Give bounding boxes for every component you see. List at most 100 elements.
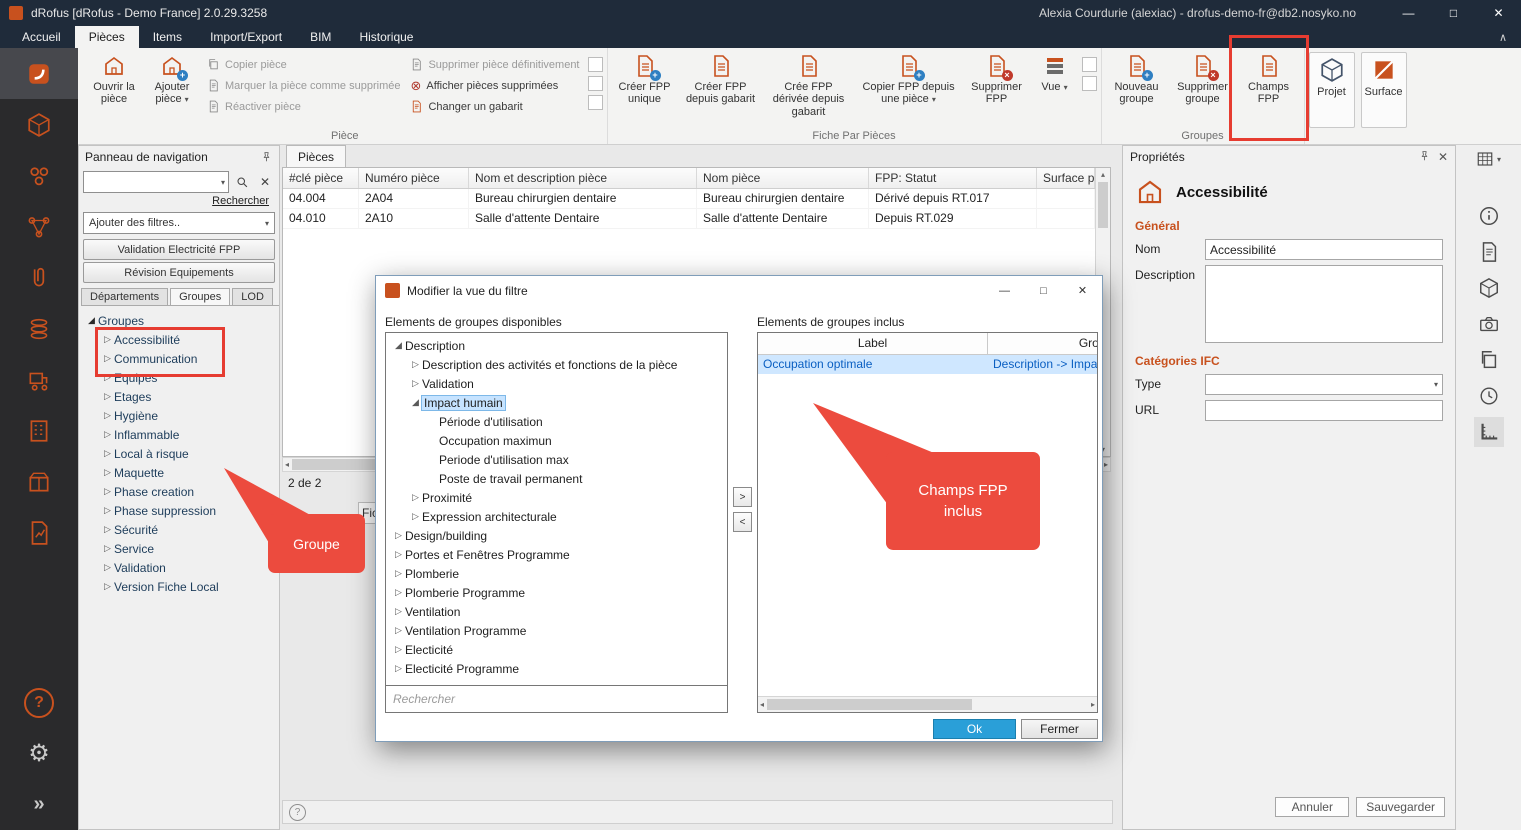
tree-item[interactable]: ▷Etages <box>79 387 279 406</box>
tree-item[interactable]: ▷Ventilation <box>386 602 727 621</box>
scroll-up-icon[interactable]: ▴ <box>1096 170 1110 179</box>
sidebar-item-items[interactable] <box>0 150 78 201</box>
search-button[interactable] <box>232 172 252 192</box>
tree-item[interactable]: Periode d'utilisation max <box>386 450 727 469</box>
menu-tab-import-export[interactable]: Import/Export <box>196 26 296 48</box>
cancel-button[interactable]: Annuler <box>1275 797 1349 817</box>
tree-item[interactable]: ▷Hygiène <box>79 406 279 425</box>
filter-button-validation-electricite[interactable]: Validation Electricité FPP <box>83 239 275 260</box>
column-header-label[interactable]: Label <box>758 333 988 354</box>
mark-room-deleted-button[interactable]: Marquer la pièce comme supprimée <box>203 76 404 95</box>
menu-tab-accueil[interactable]: Accueil <box>8 26 75 48</box>
pin-icon[interactable] <box>1418 150 1431 163</box>
minimize-button[interactable]: — <box>1386 0 1431 26</box>
column-header[interactable]: FPP: Statut <box>869 168 1037 188</box>
delete-group-button[interactable]: Supprimer groupe <box>1170 50 1236 128</box>
tab-pieces-document[interactable]: Pièces <box>286 145 346 167</box>
dialog-search-input[interactable]: Rechercher <box>386 685 727 712</box>
tree-item[interactable]: ▷Electicité <box>386 640 727 659</box>
layout-picker-button[interactable]: ▾ <box>1467 149 1511 169</box>
change-template-button[interactable]: Changer un gabarit <box>406 97 583 116</box>
tree-item[interactable]: ▷Description des activités et fonctions … <box>386 355 727 374</box>
tree-item-description[interactable]: ◢Description <box>386 336 727 355</box>
tree-item-accessibilite[interactable]: ▷ Accessibilité <box>79 330 279 349</box>
horizontal-scrollbar[interactable]: ◂ ▸ <box>758 696 1097 712</box>
menu-tab-items[interactable]: Items <box>139 26 196 48</box>
table-row[interactable]: 04.010 2A10 Salle d'attente Dentaire Sal… <box>283 209 1095 229</box>
sidebar-item-logistics[interactable] <box>0 354 78 405</box>
tree-item[interactable]: ▷Plomberie Programme <box>386 583 727 602</box>
create-fpp-derived-button[interactable]: Crée FPP dérivée depuis gabarit <box>764 50 854 128</box>
champs-fpp-button[interactable]: Champs FPP <box>1238 50 1300 128</box>
maximize-button[interactable]: □ <box>1431 0 1476 26</box>
delete-room-permanently-button[interactable]: Supprimer pièce définitivement <box>406 55 583 74</box>
info-icon[interactable] <box>1478 205 1500 227</box>
scroll-right-icon[interactable]: ▸ <box>1091 700 1095 709</box>
tree-item[interactable]: ▷Local à risque <box>79 444 279 463</box>
tree-item[interactable]: ▷Service <box>79 539 279 558</box>
measure-ruler-icon[interactable] <box>1478 421 1500 443</box>
sidebar-item-models[interactable] <box>0 99 78 150</box>
cube-icon[interactable] <box>1478 277 1500 299</box>
move-left-button[interactable]: < <box>733 512 752 532</box>
tree-item[interactable]: Poste de travail permanent <box>386 469 727 488</box>
project-button[interactable]: Projet <box>1309 52 1355 128</box>
tree-item[interactable]: Occupation maximun <box>386 431 727 450</box>
move-right-button[interactable]: > <box>733 487 752 507</box>
included-row-selected[interactable]: Occupation optimale Description -> Impa <box>758 355 1097 374</box>
tab-lod[interactable]: LOD <box>232 288 273 305</box>
sidebar-settings[interactable]: ⚙ <box>0 739 78 768</box>
small-tool-icon[interactable] <box>588 76 603 91</box>
scrollbar-thumb[interactable] <box>767 699 972 710</box>
small-tool-icon[interactable] <box>1082 76 1097 91</box>
tree-item[interactable]: ▷Electicité Programme <box>386 659 727 678</box>
column-header[interactable]: Numéro pièce <box>359 168 469 188</box>
files-icon[interactable] <box>1478 349 1500 371</box>
sidebar-item-documents[interactable] <box>0 252 78 303</box>
clear-search-button[interactable]: ✕ <box>255 172 275 192</box>
column-header[interactable]: Surface pro <box>1037 168 1095 188</box>
close-button[interactable]: ✕ <box>1476 0 1521 26</box>
menu-tab-historique[interactable]: Historique <box>345 26 427 48</box>
menu-tab-pieces[interactable]: Pièces <box>75 26 139 48</box>
scroll-left-icon[interactable]: ◂ <box>285 460 289 469</box>
help-icon[interactable]: ? <box>289 804 306 821</box>
url-input[interactable] <box>1205 400 1443 421</box>
camera-icon[interactable] <box>1478 313 1500 335</box>
create-fpp-from-template-button[interactable]: Créer FPP depuis gabarit <box>680 50 762 128</box>
column-header[interactable]: #clé pièce <box>283 168 359 188</box>
sidebar-item-finance[interactable] <box>0 303 78 354</box>
fermer-button[interactable]: Fermer <box>1021 719 1098 739</box>
tree-root-groupes[interactable]: ◢ Groupes <box>79 311 279 330</box>
column-header-group[interactable]: Group <box>988 333 1098 354</box>
tree-item[interactable]: ▷Phase suppression <box>79 501 279 520</box>
sidebar-expand[interactable]: » <box>0 793 78 816</box>
tree-item[interactable]: ▷Equipes <box>79 368 279 387</box>
dialog-maximize-button[interactable]: □ <box>1024 276 1063 305</box>
column-header[interactable]: Nom et description pièce <box>469 168 697 188</box>
collapse-ribbon-icon[interactable]: ∧ <box>1499 26 1507 48</box>
sidebar-item-packages[interactable] <box>0 456 78 507</box>
tab-groupes[interactable]: Groupes <box>170 288 230 305</box>
scroll-right-icon[interactable]: ▸ <box>1104 460 1108 469</box>
menu-tab-bim[interactable]: BIM <box>296 26 345 48</box>
close-icon[interactable]: ✕ <box>1438 150 1448 164</box>
dialog-close-button[interactable]: ✕ <box>1063 276 1102 305</box>
ok-button[interactable]: Ok <box>933 719 1016 739</box>
small-tool-icon[interactable] <box>588 95 603 110</box>
reactivate-room-button[interactable]: Réactiver pièce <box>203 97 404 116</box>
save-button[interactable]: Sauvegarder <box>1356 797 1445 817</box>
sidebar-item-building[interactable] <box>0 405 78 456</box>
tree-item[interactable]: ▷Version Fiche Local <box>79 577 279 596</box>
search-input[interactable]: ▾ <box>83 171 229 193</box>
tree-item[interactable]: ▷Inflammable <box>79 425 279 444</box>
surface-button[interactable]: Surface <box>1361 52 1407 128</box>
tree-item[interactable]: ▷Sécurité <box>79 520 279 539</box>
copy-fpp-from-room-button[interactable]: Copier FPP depuis une pièce ▾ <box>856 50 962 128</box>
table-row[interactable]: 04.004 2A04 Bureau chirurgien dentaire B… <box>283 189 1095 209</box>
document-icon[interactable] <box>1478 241 1500 263</box>
create-fpp-unique-button[interactable]: Créer FPP unique <box>612 50 678 128</box>
tree-item[interactable]: ▷Validation <box>386 374 727 393</box>
tree-item[interactable]: ▷Maquette <box>79 463 279 482</box>
small-tool-icon[interactable] <box>588 57 603 72</box>
